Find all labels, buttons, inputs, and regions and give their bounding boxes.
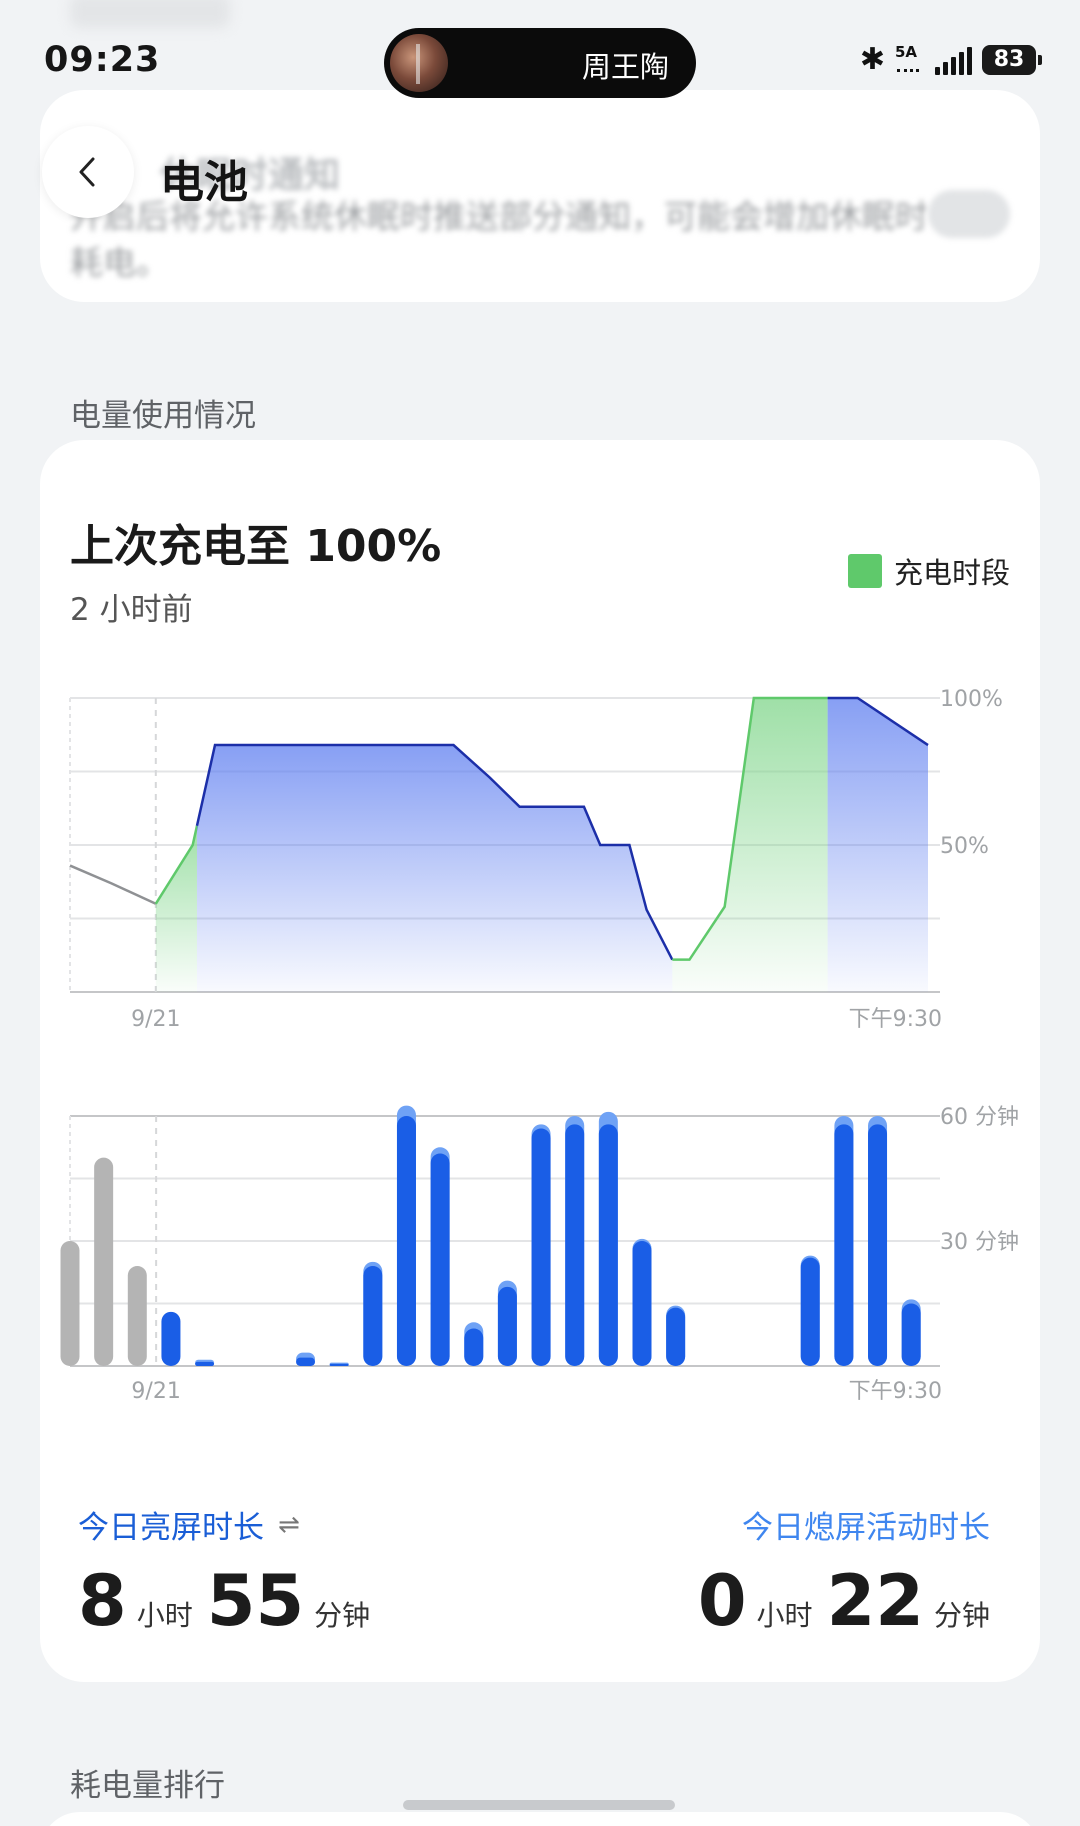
network-type-icon: 5A (895, 43, 925, 77)
screen-on-bar (329, 1363, 349, 1366)
battery-level-chart: 100% 50% 9/21 下午9:30 (69, 687, 1003, 1032)
screen-on-bar (363, 1266, 383, 1366)
ranking-card[interactable] (40, 1812, 1040, 1826)
screen-on-bar (901, 1303, 921, 1366)
previous-day-bar (60, 1241, 80, 1366)
screen-off-duration: 0 小时 22 分钟 (698, 1560, 990, 1642)
y-tick-label: 60 分钟 (940, 1105, 1019, 1130)
discharge-area (827, 698, 928, 992)
screen-on-bar (666, 1307, 686, 1366)
minute-unit: 分钟 (314, 1599, 371, 1632)
y-tick-label: 100% (940, 687, 1003, 712)
screen-on-bar (195, 1361, 215, 1366)
screen-on-bar (396, 1116, 416, 1366)
discharge-area (196, 745, 673, 992)
screen-on-bar (430, 1153, 450, 1366)
previous-day-bar (94, 1157, 114, 1366)
screen-on-label-text: 今日亮屏时长 (78, 1510, 264, 1546)
now-playing-text: 周王陶 (582, 50, 670, 84)
screen-time-chart: 60 分钟 30 分钟 9/21 下午9:30 (60, 1105, 1019, 1404)
charging-area (155, 825, 197, 992)
screen-on-bar (531, 1128, 551, 1366)
battery-icon: 83 (982, 45, 1042, 75)
screen-on-label[interactable]: 今日亮屏时长 ⇌ (78, 1502, 300, 1547)
sleep-notification-toggle[interactable] (928, 190, 1010, 238)
x-tick-label: 9/21 (131, 1379, 180, 1404)
previous-day-bar (127, 1266, 147, 1366)
network-label: 5A (895, 43, 918, 61)
bluetooth-icon: ✱ (859, 42, 885, 77)
y-tick-label: 50% (940, 834, 989, 859)
screen-on-bar (632, 1241, 652, 1366)
usage-section-title: 电量使用情况 (70, 398, 256, 434)
screen-on-bar (868, 1124, 888, 1366)
screen-on-duration: 8 小时 55 分钟 (78, 1560, 384, 1642)
ranking-section-title: 耗电量排行 (70, 1768, 225, 1804)
page-title: 电池 (160, 157, 248, 208)
x-tick-label: 下午9:30 (849, 1007, 942, 1032)
screen-on-bar (296, 1357, 316, 1366)
home-indicator[interactable] (403, 1800, 675, 1810)
hour-unit: 小时 (756, 1599, 813, 1632)
screen-on-bar (834, 1124, 854, 1366)
status-icons: ✱ 5A 83 (859, 40, 1042, 80)
battery-charts[interactable]: 100% 50% 9/21 下午9:30 60 分钟 30 分钟 9/21 下午9:30 (40, 440, 1040, 1682)
screen-on-bar (565, 1124, 585, 1366)
back-button[interactable] (42, 126, 134, 218)
y-tick-label: 30 分钟 (940, 1230, 1019, 1255)
previous-day-line (69, 864, 157, 905)
screen-on-hours: 8 (78, 1560, 127, 1642)
dynamic-island[interactable]: 周王陶 (384, 28, 696, 98)
x-tick-label: 9/21 (131, 1007, 180, 1032)
chevron-left-icon (79, 157, 95, 187)
screen-off-minutes: 22 (826, 1560, 924, 1642)
screen-on-minutes: 55 (206, 1560, 305, 1642)
status-bar: 09:23 周王陶 ✱ 5A 83 (0, 0, 1080, 120)
screen-on-bar (598, 1124, 618, 1366)
album-art-icon (390, 34, 448, 92)
screen-on-bar (800, 1257, 820, 1366)
screen-off-hours: 0 (697, 1560, 747, 1642)
x-tick-label: 下午9:30 (849, 1379, 942, 1404)
hour-unit: 小时 (136, 1599, 193, 1632)
swap-icon[interactable]: ⇌ (278, 1510, 300, 1540)
status-time: 09:23 (44, 40, 161, 80)
screen-off-label[interactable]: 今日熄屏活动时长 (742, 1502, 990, 1547)
signal-icon (935, 45, 972, 75)
minute-unit: 分钟 (933, 1599, 990, 1632)
battery-usage-card[interactable]: 上次充电至 100% 2 小时前 充电时段 100% 50% 9/21 下午9:30 … (40, 440, 1040, 1682)
screen-on-bar (497, 1286, 517, 1366)
screen-on-bar (464, 1328, 484, 1366)
battery-level: 83 (993, 47, 1025, 72)
screen-on-bar (161, 1311, 181, 1366)
